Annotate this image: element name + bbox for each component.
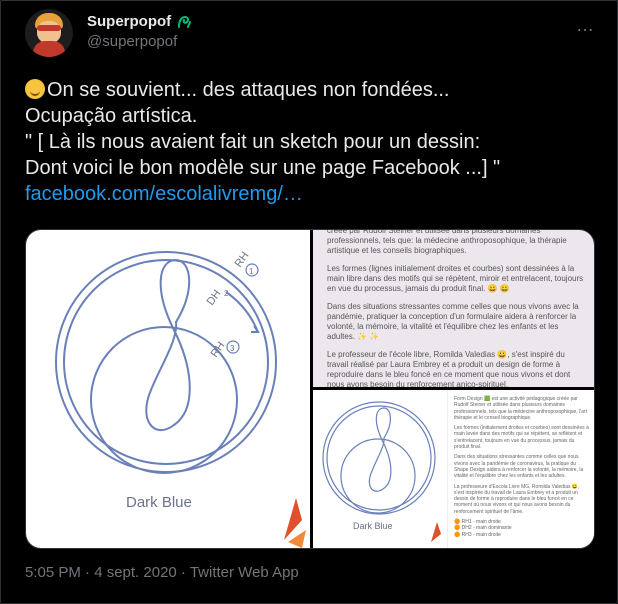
form-drawing-diagram: RH 1 DH 2 RH 3 Dark Blue xyxy=(55,250,306,548)
spiral-badge-icon xyxy=(178,15,192,28)
tweet-line-2: Ocupação artística. xyxy=(25,105,198,127)
small-form-drawing: Dark Blue xyxy=(322,401,441,542)
composite-text: Form Design 🟩 est une activité pédagogiq… xyxy=(447,390,594,548)
tweet-line-1: On se souvient... des attaques non fondé… xyxy=(25,77,595,103)
diagram-caption: Dark Blue xyxy=(126,494,192,511)
flame-logo-icon xyxy=(284,498,306,548)
label-rh1-num: 1 xyxy=(249,267,254,276)
relieved-face-emoji-icon xyxy=(25,79,45,99)
tweet-timestamp[interactable]: 5:05 PM · 4 sept. 2020 · Twitter Web App xyxy=(25,564,299,581)
label-rh2: RH xyxy=(209,340,228,360)
doc-text-bottom: Form Design 🟩 est une activité pédagogiq… xyxy=(454,396,589,538)
author-names: Superpopof @superpopof xyxy=(87,13,192,50)
composite-diagram: Dark Blue xyxy=(313,390,445,548)
tweet-header: Superpopof @superpopof xyxy=(25,9,192,57)
media-image-composite[interactable]: Dark Blue Form Design 🟩 est une activité… xyxy=(313,390,594,548)
tweet-line-4: Dont voici le bon modèle sur une page Fa… xyxy=(25,157,501,179)
doc-text-top: créée par Rudolf Steiner et utilisée dan… xyxy=(327,230,584,387)
author-display-name-row[interactable]: Superpopof xyxy=(87,13,192,30)
media-image-diagram[interactable]: RH 1 DH 2 RH 3 Dark Blue xyxy=(26,230,310,548)
label-dh-num: 2 xyxy=(224,289,229,298)
author-display-name[interactable]: Superpopof xyxy=(87,13,171,30)
media-grid: RH 1 DH 2 RH 3 Dark Blue créée par Rudol… xyxy=(25,229,595,549)
author-handle[interactable]: @superpopof xyxy=(87,33,192,50)
avatar[interactable] xyxy=(25,9,73,57)
label-dh: DH xyxy=(205,288,224,308)
media-image-text-top[interactable]: créée par Rudolf Steiner et utilisée dan… xyxy=(313,230,594,387)
tweet-card: Superpopof @superpopof … On se souvient.… xyxy=(0,0,618,604)
more-options-icon[interactable]: … xyxy=(576,15,595,36)
tweet-line-3: " [ Là ils nous avaient fait un sketch p… xyxy=(25,131,481,153)
label-rh2-num: 3 xyxy=(230,344,235,353)
tweet-link[interactable]: facebook.com/escolalivremg/… xyxy=(25,181,595,207)
tweet-text: On se souvient... des attaques non fondé… xyxy=(25,77,595,207)
small-diagram-caption: Dark Blue xyxy=(353,521,393,531)
